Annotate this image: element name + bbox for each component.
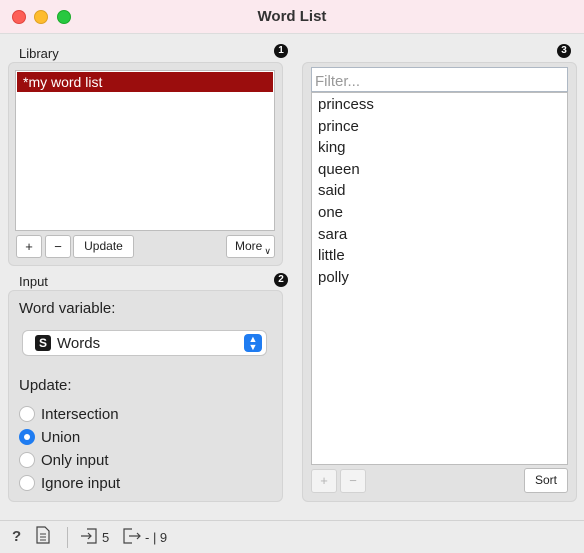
word-item[interactable]: polly <box>318 269 349 286</box>
word-item[interactable]: queen <box>318 161 360 178</box>
word-item[interactable]: princess <box>318 96 374 113</box>
window-title: Word List <box>257 8 327 25</box>
sort-button[interactable]: Sort <box>524 468 568 493</box>
updown-chevron-icon: ▲ ▼ <box>244 334 262 352</box>
library-list[interactable]: *my word list <box>15 70 275 231</box>
string-variable-icon: S <box>35 335 51 351</box>
update-label: Update: <box>19 377 72 394</box>
ignore-input-radio[interactable] <box>19 475 35 491</box>
output-icon <box>122 527 142 549</box>
word-add-button[interactable]: + <box>311 469 337 493</box>
input-count: 5 <box>102 530 110 545</box>
words-number-badge: 3 <box>557 44 571 58</box>
intersection-label[interactable]: Intersection <box>41 406 119 423</box>
library-update-button[interactable]: Update <box>73 235 134 258</box>
status-divider <box>67 527 68 548</box>
input-number-badge: 2 <box>274 273 288 287</box>
word-remove-button[interactable]: − <box>340 469 366 493</box>
word-item[interactable]: said <box>318 182 346 199</box>
chevron-down-icon: ∨ <box>264 246 271 256</box>
word-variable-select[interactable]: S Words ▲ ▼ <box>22 330 267 356</box>
only-input-radio[interactable] <box>19 452 35 468</box>
only-input-label[interactable]: Only input <box>41 452 109 469</box>
filter-input[interactable] <box>311 67 568 92</box>
intersection-radio[interactable] <box>19 406 35 422</box>
input-panel <box>8 290 283 502</box>
help-icon[interactable]: ? <box>12 528 21 545</box>
library-number-badge: 1 <box>274 44 288 58</box>
library-more-button[interactable]: More ∨ <box>226 235 275 258</box>
library-remove-button[interactable]: − <box>45 235 71 258</box>
ignore-input-label[interactable]: Ignore input <box>41 475 120 492</box>
status-bar: ? 5 - | 9 <box>0 520 584 553</box>
word-item[interactable]: sara <box>318 226 347 243</box>
input-section-label: Input <box>19 274 48 289</box>
word-item[interactable]: one <box>318 204 343 221</box>
word-variable-label: Word variable: <box>19 300 116 317</box>
word-item[interactable]: little <box>318 247 345 264</box>
library-add-button[interactable]: + <box>16 235 42 258</box>
more-label: More <box>235 239 263 253</box>
title-bar: Word List <box>0 0 584 34</box>
output-count: - | 9 <box>145 530 168 545</box>
report-document-icon[interactable] <box>36 526 50 548</box>
library-item-my-word-list[interactable]: *my word list <box>17 72 273 92</box>
word-item[interactable]: king <box>318 139 346 156</box>
word-item[interactable]: prince <box>318 118 359 135</box>
union-label[interactable]: Union <box>41 429 80 446</box>
union-radio[interactable] <box>19 429 35 445</box>
word-variable-value: Words <box>57 335 101 352</box>
library-section-label: Library <box>19 46 59 61</box>
word-list[interactable] <box>311 92 568 465</box>
input-icon <box>80 527 98 549</box>
